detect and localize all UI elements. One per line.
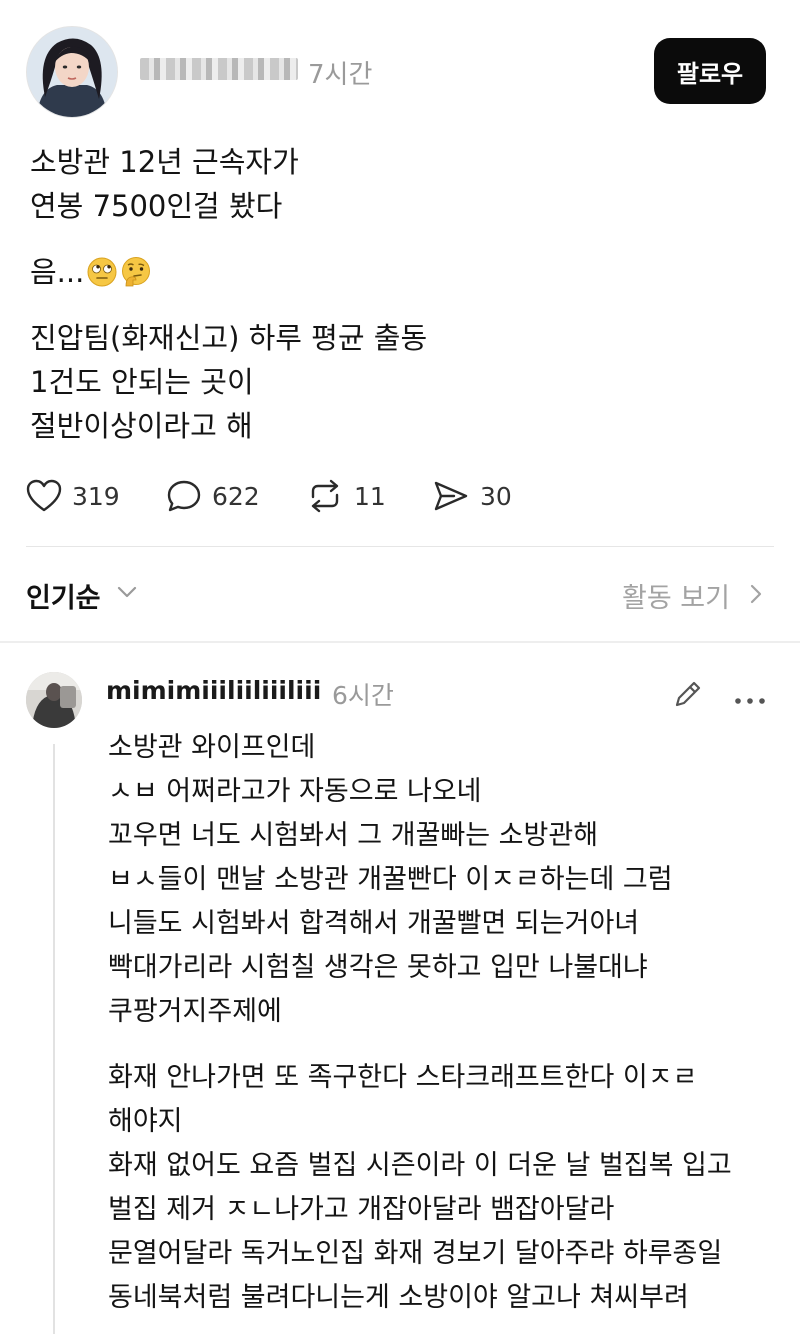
reply-text-line: 문열어달라 독거노인집 화재 경보기 달아주랴 하루종일 <box>108 1238 723 1269</box>
comment-count: 622 <box>212 481 260 511</box>
post-text-line: 절반이상이라고 해 <box>30 409 253 443</box>
post-text-line: 진압팀(화재신고) 하루 평균 출동 <box>30 321 428 355</box>
edit-pencil-icon[interactable] <box>672 678 704 714</box>
reply-username[interactable]: mimimiiiliiliiiliii <box>106 676 321 705</box>
divider <box>26 546 774 547</box>
reply-text-line: 쿠팡거지주제에 <box>108 996 282 1027</box>
chevron-right-icon[interactable] <box>748 583 764 609</box>
post-text-line: 연봉 7500인걸 봤다 <box>30 189 283 223</box>
reply-text-line: 해야지 <box>108 1106 183 1137</box>
reply-text-line: ㅂㅅ들이 맨날 소방관 개꿀빤다 이ㅈㄹ하는데 그럼 <box>108 864 673 895</box>
share-count: 30 <box>480 481 512 511</box>
reply-text-line: 동네북처럼 불려다니는게 소방이야 알고나 쳐씨부려 <box>108 1282 689 1313</box>
like-button[interactable]: 319 <box>26 476 120 516</box>
chevron-down-icon[interactable] <box>116 584 138 604</box>
reply-text-line: 벌집 제거 ㅈㄴ나가고 개잡아달라 뱀잡아달라 <box>108 1194 615 1225</box>
reply-text-line: 화재 없어도 요즘 벌집 시즌이라 이 더운 날 벌집복 입고 <box>108 1150 732 1181</box>
reply-text-line: ㅅㅂ 어쩌라고가 자동으로 나오네 <box>108 776 482 807</box>
reply-text-line: 빡대가리라 시험칠 생각은 못하고 입만 나불대냐 <box>108 952 648 983</box>
repost-icon <box>311 479 339 513</box>
reply-text-line: 니들도 시험봐서 합격해서 개꿀빨면 되는거아녀 <box>108 908 640 939</box>
send-icon <box>434 481 468 511</box>
post-text-line: 소방관 12년 근속자가 <box>30 145 299 179</box>
reply-timestamp: 6시간 <box>332 681 394 710</box>
section-divider <box>0 641 800 643</box>
repost-count: 11 <box>354 481 386 511</box>
author-avatar[interactable] <box>26 26 118 118</box>
reply-avatar[interactable] <box>26 672 82 728</box>
thread-line <box>53 744 55 1334</box>
sort-dropdown[interactable]: 인기순 <box>26 576 101 615</box>
post-timestamp: 7시간 <box>308 60 373 90</box>
comment-button[interactable]: 622 <box>166 476 260 516</box>
reply-text-line: 화재 안나가면 또 족구한다 스타크래프트한다 이ㅈㄹ <box>108 1062 698 1093</box>
reply-avatar-photo <box>26 672 82 728</box>
face-with-rolling-eyes-icon <box>86 256 118 298</box>
share-button[interactable]: 30 <box>432 476 512 516</box>
like-count: 319 <box>72 481 120 511</box>
author-name[interactable]: ▒▒▒▒▒▒▒▒ <box>140 58 298 80</box>
more-options-icon[interactable] <box>734 690 766 709</box>
post-text-line: 1건도 안되는 곳이 <box>30 365 254 399</box>
thinking-face-icon <box>120 256 152 298</box>
post-text-fragment: 음... <box>30 255 85 289</box>
author-avatar-illustration <box>27 27 117 117</box>
reply-text-line: 소방관 와이프인데 <box>108 732 316 763</box>
reply-text-line: 꼬우면 너도 시험봐서 그 개꿀빠는 소방관해 <box>108 820 599 851</box>
heart-icon <box>26 479 62 512</box>
follow-button[interactable]: 팔로우 <box>654 38 766 104</box>
comment-bubble-icon <box>167 480 201 512</box>
repost-button[interactable]: 11 <box>306 476 386 516</box>
post-text-line-with-emoji: 음... <box>30 252 152 298</box>
view-activity-link[interactable]: 활동 보기 <box>622 576 730 615</box>
